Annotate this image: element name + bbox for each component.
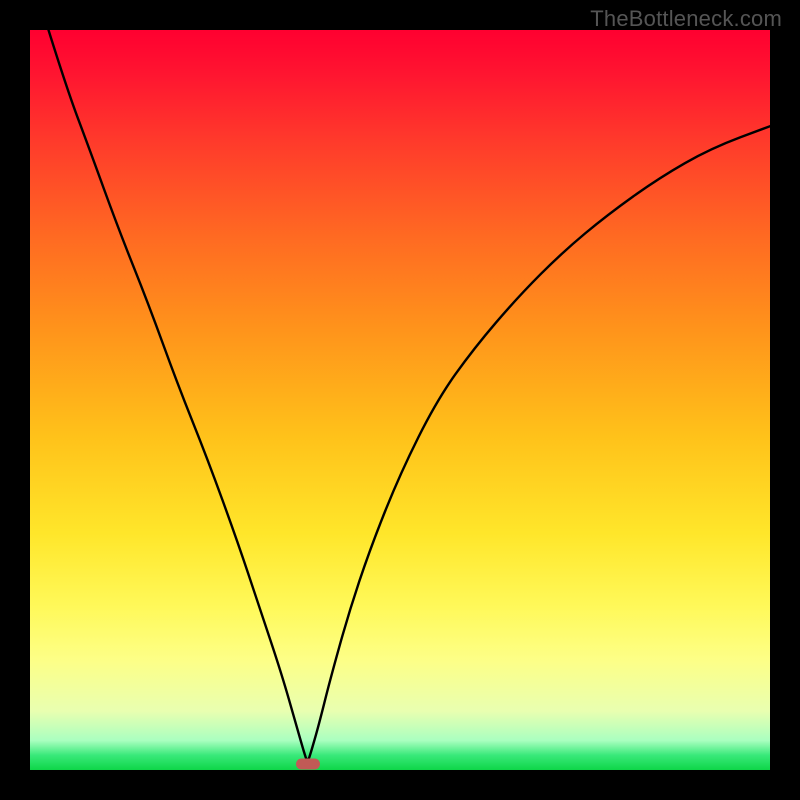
chart-plot-area [30, 30, 770, 770]
minimum-marker [296, 759, 320, 770]
watermark-text: TheBottleneck.com [590, 6, 782, 32]
chart-curve [30, 30, 770, 770]
curve-path [49, 30, 771, 760]
